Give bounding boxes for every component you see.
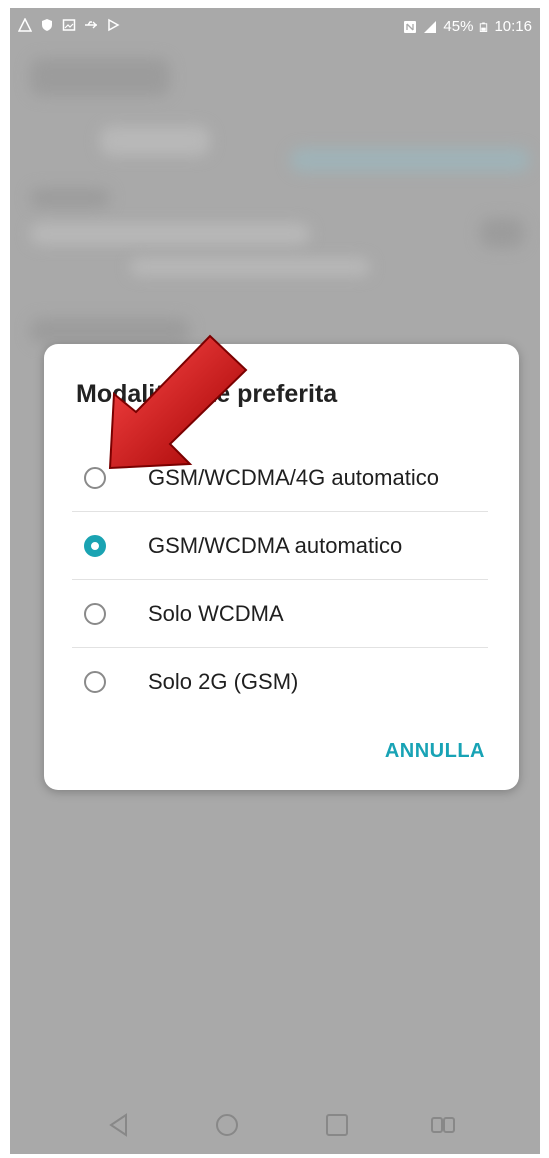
status-bar: 45% 10:16 — [10, 8, 540, 48]
recents-icon[interactable] — [324, 1112, 350, 1138]
background-row-blur — [30, 223, 310, 245]
clock: 10:16 — [494, 18, 532, 35]
home-icon[interactable] — [214, 1112, 240, 1138]
shield-icon — [42, 19, 52, 31]
nfc-icon — [404, 20, 417, 33]
radio-unchecked-icon[interactable] — [84, 671, 106, 693]
cancel-button[interactable]: ANNULLA — [385, 740, 485, 763]
image-icon — [62, 19, 76, 31]
option-solo-2g[interactable]: Solo 2G (GSM) — [72, 648, 488, 716]
warning-icon — [18, 18, 32, 32]
radio-unchecked-icon[interactable] — [84, 603, 106, 625]
option-solo-wcdma[interactable]: Solo WCDMA — [72, 580, 488, 648]
option-gsm-wcdma[interactable]: GSM/WCDMA automatico — [72, 512, 488, 580]
navigation-bar — [10, 1094, 540, 1154]
background-accent-blur — [290, 148, 530, 172]
background-title-blur — [30, 58, 170, 96]
screen: 45% 10:16 Modalità rete preferita GSM/WC… — [10, 8, 540, 1154]
background-label-blur — [30, 188, 110, 208]
background-row-blur — [130, 258, 370, 276]
red-arrow-icon — [108, 334, 248, 470]
background-tab-blur — [100, 126, 210, 156]
usb-icon — [85, 21, 97, 29]
option-label: GSM/WCDMA automatico — [148, 533, 403, 558]
option-label: Solo WCDMA — [148, 601, 284, 626]
radio-checked-icon[interactable] — [84, 535, 106, 557]
play-icon — [108, 18, 120, 32]
signal-icon — [424, 20, 437, 33]
background-toggle-blur — [480, 218, 524, 248]
dual-window-icon[interactable] — [430, 1112, 456, 1138]
back-icon[interactable] — [106, 1112, 132, 1138]
battery-icon — [480, 22, 488, 32]
option-label: Solo 2G (GSM) — [148, 669, 299, 694]
battery-percent: 45% — [443, 18, 474, 35]
